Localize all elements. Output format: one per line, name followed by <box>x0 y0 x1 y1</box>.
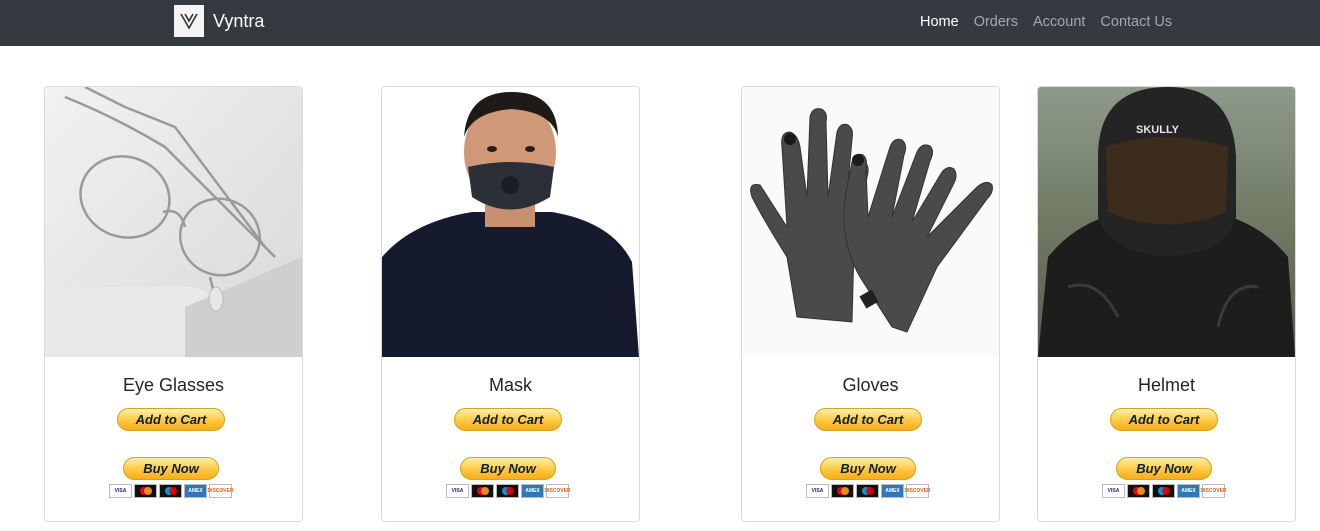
nav-link-account[interactable]: Account <box>1033 14 1085 30</box>
payment-cards: VISA AMEX DISCOVER <box>109 484 234 498</box>
svg-text:SKULLY: SKULLY <box>1136 124 1180 136</box>
buy-now-button[interactable]: Buy Now <box>1116 457 1212 480</box>
product-name: Eye Glasses <box>122 375 225 395</box>
mastercard-icon <box>134 484 157 498</box>
visa-icon: VISA <box>109 484 132 498</box>
buy-now-button[interactable]: Buy Now <box>123 457 219 480</box>
amex-icon: AMEX <box>1177 484 1200 498</box>
visa-icon: VISA <box>446 484 469 498</box>
product-name: Mask <box>488 375 532 395</box>
mastercard-icon <box>1127 484 1150 498</box>
motorcycle-helmet-image: SKULLY <box>1038 87 1295 357</box>
nav-link-orders[interactable]: Orders <box>974 14 1018 30</box>
mastercard-icon <box>471 484 494 498</box>
maestro-icon <box>856 484 879 498</box>
discover-icon: DISCOVER <box>544 484 571 498</box>
product-card-mask: Mask Add to Cart Buy Now VISA AMEX DISCO… <box>381 86 640 522</box>
navbar: Vyntra Home Orders Account Contact Us <box>0 0 1320 46</box>
maestro-icon <box>159 484 182 498</box>
add-to-cart-button[interactable]: Add to Cart <box>1110 408 1218 431</box>
visa-icon: VISA <box>806 484 829 498</box>
face-mask-image <box>382 87 639 357</box>
amex-icon: AMEX <box>184 484 207 498</box>
brand[interactable]: Vyntra <box>174 5 264 37</box>
discover-icon: DISCOVER <box>207 484 234 498</box>
brand-name: Vyntra <box>213 10 265 31</box>
nav-link-home[interactable]: Home <box>920 14 959 30</box>
maestro-icon <box>1152 484 1175 498</box>
discover-icon: DISCOVER <box>904 484 931 498</box>
payment-cards: VISA AMEX DISCOVER <box>806 484 931 498</box>
product-card-gloves: Gloves Add to Cart Buy Now VISA AMEX DIS… <box>741 86 1000 522</box>
product-card-eye-glasses: Eye Glasses Add to Cart Buy Now VISA AME… <box>44 86 303 522</box>
nav-link-contact-us[interactable]: Contact Us <box>1100 14 1172 30</box>
add-to-cart-button[interactable]: Add to Cart <box>117 408 225 431</box>
mastercard-icon <box>831 484 854 498</box>
nav-links: Home Orders Account Contact Us <box>920 14 1187 30</box>
add-to-cart-button[interactable]: Add to Cart <box>454 408 562 431</box>
brand-logo-icon <box>174 5 204 37</box>
product-card-helmet: SKULLY Helmet Add to Cart Buy Now VISA A… <box>1037 86 1296 522</box>
product-name: Gloves <box>842 375 899 395</box>
add-to-cart-button[interactable]: Add to Cart <box>814 408 922 431</box>
eyeglasses-image <box>45 87 302 357</box>
discover-icon: DISCOVER <box>1200 484 1227 498</box>
maestro-icon <box>496 484 519 498</box>
amex-icon: AMEX <box>521 484 544 498</box>
buy-now-button[interactable]: Buy Now <box>460 457 556 480</box>
buy-now-button[interactable]: Buy Now <box>820 457 916 480</box>
amex-icon: AMEX <box>881 484 904 498</box>
visa-icon: VISA <box>1102 484 1125 498</box>
payment-cards: VISA AMEX DISCOVER <box>1102 484 1227 498</box>
knit-gloves-image <box>742 87 999 357</box>
payment-cards: VISA AMEX DISCOVER <box>446 484 571 498</box>
product-name: Helmet <box>1137 375 1195 395</box>
